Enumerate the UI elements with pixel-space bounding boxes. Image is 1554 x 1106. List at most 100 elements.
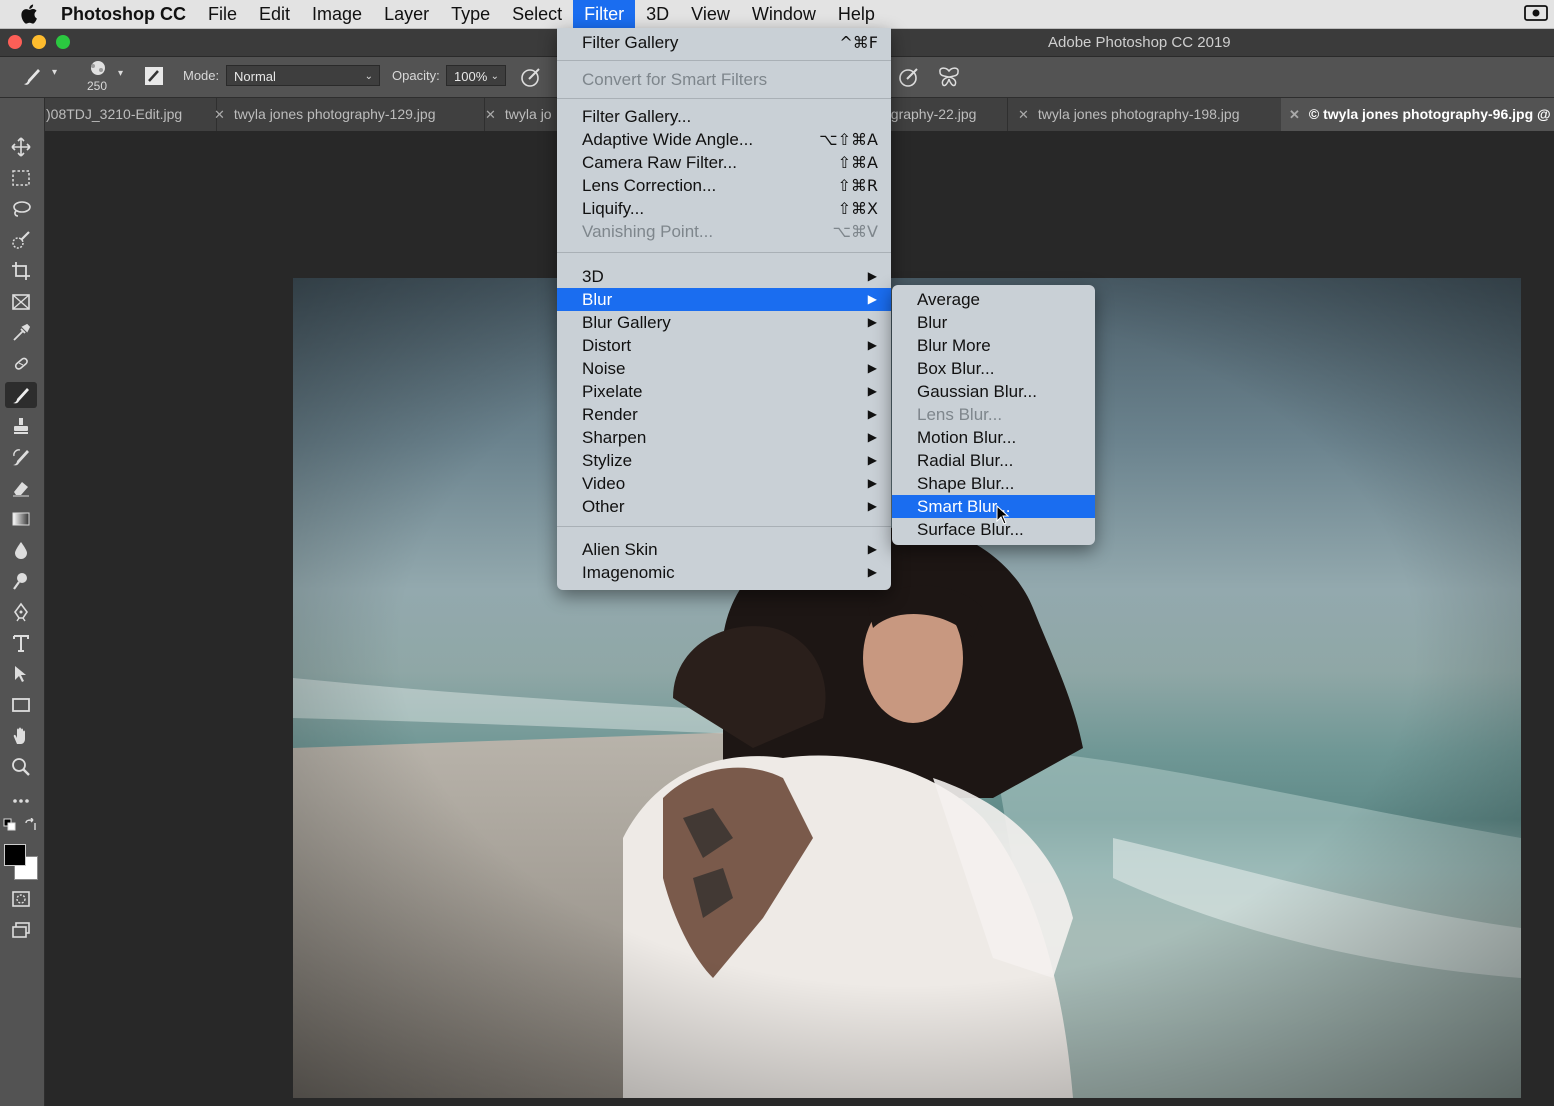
pressure-opacity-icon[interactable] xyxy=(520,66,542,91)
menu-item-convert-smart-filters[interactable]: Convert for Smart Filters xyxy=(557,68,891,91)
frame-tool-icon[interactable] xyxy=(8,289,34,315)
menu-item-vanishing-point[interactable]: Vanishing Point... ⌥⌘V xyxy=(557,220,891,243)
brush-tool-icon[interactable] xyxy=(5,382,37,408)
menu-item-radial-blur[interactable]: Radial Blur... xyxy=(892,449,1095,472)
menu-item-gaussian-blur[interactable]: Gaussian Blur... xyxy=(892,380,1095,403)
default-colors-icon[interactable] xyxy=(3,818,17,832)
close-tab-icon[interactable]: ✕ xyxy=(1018,107,1029,122)
menu-item-last-filter[interactable]: Filter Gallery ^⌘F xyxy=(557,31,891,54)
submenu-render[interactable]: Render ▶ xyxy=(557,403,891,426)
submenu-pixelate[interactable]: Pixelate ▶ xyxy=(557,380,891,403)
menu-item-label: Pixelate xyxy=(582,382,643,401)
pressure-size-icon[interactable] xyxy=(898,66,920,91)
zoom-window-button[interactable] xyxy=(56,35,70,49)
menu-item-blur-more[interactable]: Blur More xyxy=(892,334,1095,357)
swap-colors-icon[interactable] xyxy=(24,818,38,832)
lasso-tool-icon[interactable] xyxy=(8,196,34,222)
document-tab[interactable]: ✕ twyla jo xyxy=(477,98,566,131)
menu-filter[interactable]: Filter xyxy=(573,0,636,28)
submenu-stylize[interactable]: Stylize ▶ xyxy=(557,449,891,472)
submenu-3d[interactable]: 3D ▶ xyxy=(557,265,891,288)
close-window-button[interactable] xyxy=(8,35,22,49)
submenu-video[interactable]: Video ▶ xyxy=(557,472,891,495)
menu-layer[interactable]: Layer xyxy=(373,0,440,28)
menu-item-adaptive-wide-angle[interactable]: Adaptive Wide Angle... ⌥⇧⌘A xyxy=(557,128,891,151)
menu-item-filter-gallery[interactable]: Filter Gallery... xyxy=(557,105,891,128)
menu-item-liquify[interactable]: Liquify... ⇧⌘X xyxy=(557,197,891,220)
menu-item-lens-correction[interactable]: Lens Correction... ⇧⌘R xyxy=(557,174,891,197)
brush-settings-panel-icon[interactable] xyxy=(144,66,164,89)
menu-image[interactable]: Image xyxy=(301,0,373,28)
menu-select[interactable]: Select xyxy=(501,0,573,28)
submenu-blur-gallery[interactable]: Blur Gallery ▶ xyxy=(557,311,891,334)
zoom-tool-icon[interactable] xyxy=(8,754,34,780)
type-tool-icon[interactable] xyxy=(8,630,34,656)
opacity-field[interactable]: 100% ⌄ xyxy=(446,65,506,86)
gradient-tool-icon[interactable] xyxy=(8,506,34,532)
menu-item-box-blur[interactable]: Box Blur... xyxy=(892,357,1095,380)
menu-item-camera-raw[interactable]: Camera Raw Filter... ⇧⌘A xyxy=(557,151,891,174)
brush-preset-caret-icon[interactable]: ▾ xyxy=(52,67,57,78)
close-tab-icon[interactable]: ✕ xyxy=(1289,107,1300,122)
screen-record-icon[interactable] xyxy=(1524,4,1548,22)
pen-tool-icon[interactable] xyxy=(8,599,34,625)
menu-item-blur[interactable]: Blur xyxy=(892,311,1095,334)
menu-item-lens-blur[interactable]: Lens Blur... xyxy=(892,403,1095,426)
screen-mode-icon[interactable] xyxy=(8,917,34,943)
submenu-imagenomic[interactable]: Imagenomic ▶ xyxy=(557,561,891,584)
brush-tip-icon[interactable] xyxy=(86,60,110,81)
menu-item-shape-blur[interactable]: Shape Blur... xyxy=(892,472,1095,495)
eyedropper-tool-icon[interactable] xyxy=(8,320,34,346)
menu-item-motion-blur[interactable]: Motion Blur... xyxy=(892,426,1095,449)
more-tools-icon[interactable] xyxy=(8,788,34,814)
quick-select-tool-icon[interactable] xyxy=(8,227,34,253)
menu-help[interactable]: Help xyxy=(827,0,886,28)
menu-type[interactable]: Type xyxy=(440,0,501,28)
menu-window[interactable]: Window xyxy=(741,0,827,28)
menu-item-label: Render xyxy=(582,405,638,424)
menu-edit[interactable]: Edit xyxy=(248,0,301,28)
submenu-other[interactable]: Other ▶ xyxy=(557,495,891,518)
menu-item-surface-blur[interactable]: Surface Blur... xyxy=(892,518,1095,541)
submenu-alien-skin[interactable]: Alien Skin ▶ xyxy=(557,538,891,561)
brush-size-caret-icon[interactable]: ▾ xyxy=(118,68,123,79)
close-tab-icon[interactable]: ✕ xyxy=(485,107,496,122)
document-tab[interactable]: ✕ twyla jones photography-198.jpg xyxy=(1010,98,1289,131)
mode-dropdown[interactable]: Normal ⌄ xyxy=(226,65,380,86)
clone-stamp-tool-icon[interactable] xyxy=(8,413,34,439)
document-tab-active[interactable]: ✕ © twyla jones photography-96.jpg @ xyxy=(1281,98,1554,131)
menu-item-smart-blur[interactable]: Smart Blur... xyxy=(892,495,1095,518)
path-selection-tool-icon[interactable] xyxy=(8,661,34,687)
menu-item-average[interactable]: Average xyxy=(892,288,1095,311)
close-tab-icon[interactable]: ✕ xyxy=(214,107,225,122)
rectangle-tool-icon[interactable] xyxy=(8,692,34,718)
move-tool-icon[interactable] xyxy=(8,134,34,160)
minimize-window-button[interactable] xyxy=(32,35,46,49)
symmetry-butterfly-icon[interactable] xyxy=(937,66,961,91)
hand-tool-icon[interactable] xyxy=(8,723,34,749)
menu-3d[interactable]: 3D xyxy=(635,0,680,28)
menu-view[interactable]: View xyxy=(680,0,741,28)
dodge-tool-icon[interactable] xyxy=(8,568,34,594)
apple-icon[interactable] xyxy=(20,4,42,24)
submenu-blur[interactable]: Blur ▶ xyxy=(557,288,891,311)
submenu-noise[interactable]: Noise ▶ xyxy=(557,357,891,380)
crop-tool-icon[interactable] xyxy=(8,258,34,284)
menu-app-name[interactable]: Photoshop CC xyxy=(61,0,197,28)
submenu-sharpen[interactable]: Sharpen ▶ xyxy=(557,426,891,449)
eraser-tool-icon[interactable] xyxy=(8,475,34,501)
marquee-tool-icon[interactable] xyxy=(8,165,34,191)
document-tab[interactable]: ography-22.jpg xyxy=(883,98,1008,131)
document-tab[interactable]: ✕ twyla jones photography-129.jpg xyxy=(206,98,485,131)
submenu-distort[interactable]: Distort ▶ xyxy=(557,334,891,357)
foreground-color-swatch[interactable] xyxy=(4,844,26,866)
menu-separator xyxy=(557,60,891,61)
quick-mask-icon[interactable] xyxy=(8,886,34,912)
history-brush-tool-icon[interactable] xyxy=(8,444,34,470)
healing-brush-tool-icon[interactable] xyxy=(8,351,34,377)
document-tab[interactable]: )08TDJ_3210-Edit.jpg xyxy=(38,98,217,131)
menu-item-label: Alien Skin xyxy=(582,540,658,559)
blur-tool-icon[interactable] xyxy=(8,537,34,563)
brush-preset-icon[interactable] xyxy=(20,65,44,90)
menu-file[interactable]: File xyxy=(197,0,248,28)
